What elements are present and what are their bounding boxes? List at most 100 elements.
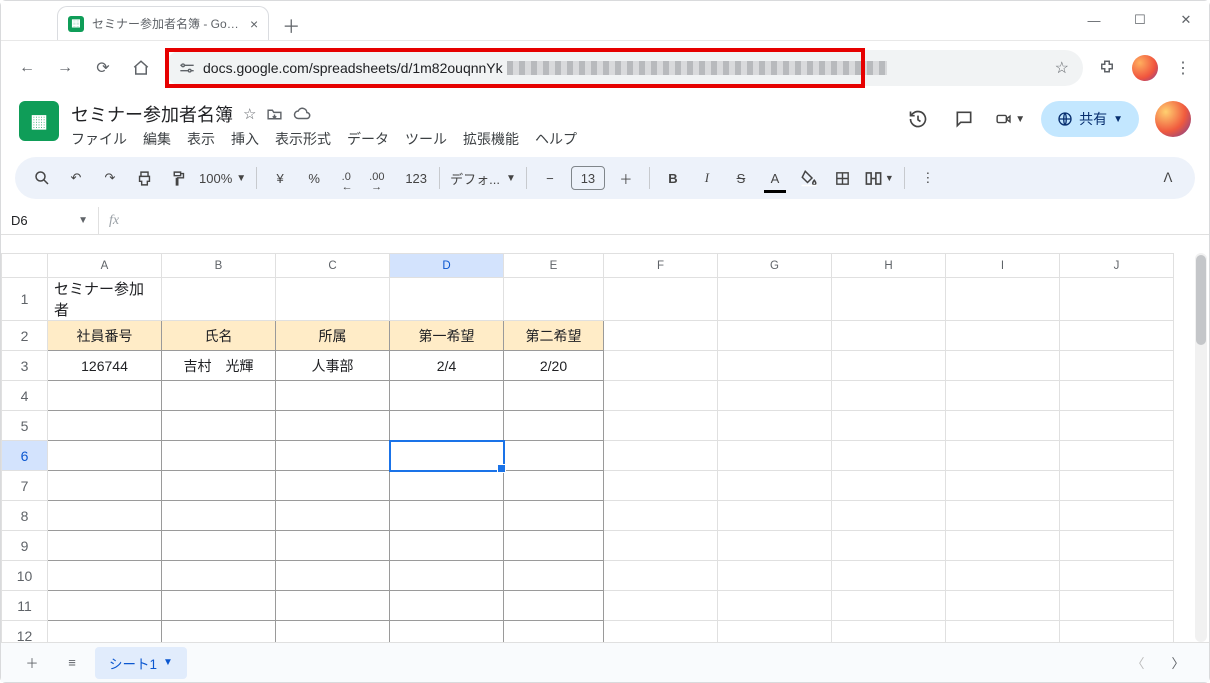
- nav-home-button[interactable]: [127, 54, 155, 82]
- toolbar-more-button[interactable]: ⋮: [915, 165, 941, 191]
- row-header-9[interactable]: 9: [2, 531, 48, 561]
- cell-J4[interactable]: [1060, 381, 1174, 411]
- increase-decimal-button[interactable]: .00→: [369, 165, 395, 191]
- cell-F1[interactable]: [604, 278, 718, 321]
- cell-H5[interactable]: [832, 411, 946, 441]
- row-header-2[interactable]: 2: [2, 321, 48, 351]
- cell-C6[interactable]: [276, 441, 390, 471]
- zoom-select[interactable]: 100%▼: [199, 171, 246, 186]
- cell-H9[interactable]: [832, 531, 946, 561]
- vertical-scrollbar[interactable]: [1195, 253, 1207, 642]
- spreadsheet-grid[interactable]: A B C D E F G H I J 1 セミナー参加者 2 社員番号 氏名: [1, 253, 1195, 642]
- browser-profile-avatar[interactable]: [1131, 54, 1159, 82]
- account-avatar[interactable]: [1155, 101, 1191, 137]
- cell-F9[interactable]: [604, 531, 718, 561]
- cell-F10[interactable]: [604, 561, 718, 591]
- cell-C10[interactable]: [276, 561, 390, 591]
- cell-B3[interactable]: 吉村 光輝: [162, 351, 276, 381]
- cell-J3[interactable]: [1060, 351, 1174, 381]
- cell-C2[interactable]: 所属: [276, 321, 390, 351]
- cell-D11[interactable]: [390, 591, 504, 621]
- document-title[interactable]: セミナー参加者名簿: [71, 101, 233, 127]
- row-header-8[interactable]: 8: [2, 501, 48, 531]
- strikethrough-button[interactable]: S: [728, 165, 754, 191]
- cell-I2[interactable]: [946, 321, 1060, 351]
- menu-extensions[interactable]: 拡張機能: [463, 129, 519, 149]
- col-header-B[interactable]: B: [162, 254, 276, 278]
- cell-E5[interactable]: [504, 411, 604, 441]
- cell-H1[interactable]: [832, 278, 946, 321]
- row-header-6[interactable]: 6: [2, 441, 48, 471]
- menu-view[interactable]: 表示: [187, 129, 215, 149]
- cell-G2[interactable]: [718, 321, 832, 351]
- cell-E9[interactable]: [504, 531, 604, 561]
- cell-D4[interactable]: [390, 381, 504, 411]
- cell-I10[interactable]: [946, 561, 1060, 591]
- sheet-tab-menu-icon[interactable]: ▼: [163, 657, 173, 668]
- cell-E1[interactable]: [504, 278, 604, 321]
- cell-G10[interactable]: [718, 561, 832, 591]
- meet-button[interactable]: ▼: [995, 104, 1025, 134]
- cell-E10[interactable]: [504, 561, 604, 591]
- cell-G5[interactable]: [718, 411, 832, 441]
- cell-I4[interactable]: [946, 381, 1060, 411]
- cell-F7[interactable]: [604, 471, 718, 501]
- window-minimize-button[interactable]: ―: [1071, 0, 1117, 40]
- cell-B2[interactable]: 氏名: [162, 321, 276, 351]
- paint-format-button[interactable]: [165, 165, 191, 191]
- share-button[interactable]: 共有 ▼: [1041, 101, 1139, 137]
- cell-A8[interactable]: [48, 501, 162, 531]
- cell-E2[interactable]: 第二希望: [504, 321, 604, 351]
- nav-reload-button[interactable]: ⟳: [89, 54, 117, 82]
- cell-A6[interactable]: [48, 441, 162, 471]
- nav-back-button[interactable]: ←: [13, 54, 41, 82]
- cell-G6[interactable]: [718, 441, 832, 471]
- font-family-select[interactable]: デフォ...▼: [450, 169, 516, 188]
- cell-H10[interactable]: [832, 561, 946, 591]
- menu-help[interactable]: ヘルプ: [535, 129, 577, 149]
- cell-H8[interactable]: [832, 501, 946, 531]
- text-color-button[interactable]: A: [762, 165, 788, 191]
- cell-D3[interactable]: 2/4: [390, 351, 504, 381]
- address-bar[interactable]: docs.google.com/spreadsheets/d/1m82ouqnn…: [165, 50, 1083, 86]
- site-settings-icon[interactable]: [179, 60, 195, 77]
- cell-B9[interactable]: [162, 531, 276, 561]
- menu-insert[interactable]: 挿入: [231, 129, 259, 149]
- cell-A11[interactable]: [48, 591, 162, 621]
- cell-H12[interactable]: [832, 621, 946, 643]
- increase-font-button[interactable]: ＋: [613, 165, 639, 191]
- cell-D8[interactable]: [390, 501, 504, 531]
- tab-scroll-right[interactable]: 〉: [1161, 648, 1195, 678]
- cell-E4[interactable]: [504, 381, 604, 411]
- col-header-G[interactable]: G: [718, 254, 832, 278]
- cell-J9[interactable]: [1060, 531, 1174, 561]
- cell-J1[interactable]: [1060, 278, 1174, 321]
- row-header-11[interactable]: 11: [2, 591, 48, 621]
- star-document-icon[interactable]: ☆: [243, 105, 256, 123]
- cell-C11[interactable]: [276, 591, 390, 621]
- cell-D6[interactable]: [390, 441, 504, 471]
- number-format-button[interactable]: 123: [403, 165, 429, 191]
- cell-C7[interactable]: [276, 471, 390, 501]
- cell-A9[interactable]: [48, 531, 162, 561]
- cell-A10[interactable]: [48, 561, 162, 591]
- row-header-1[interactable]: 1: [2, 278, 48, 321]
- extensions-icon[interactable]: [1093, 54, 1121, 82]
- close-tab-icon[interactable]: ×: [250, 16, 258, 32]
- browser-tab[interactable]: ▦ セミナー参加者名簿 - Google スプ ×: [57, 6, 269, 40]
- borders-button[interactable]: [830, 165, 856, 191]
- menu-data[interactable]: データ: [347, 129, 389, 149]
- sheet-tab-1[interactable]: シート1 ▼: [95, 647, 187, 679]
- cell-G12[interactable]: [718, 621, 832, 643]
- select-all-corner[interactable]: [2, 254, 48, 278]
- cell-H6[interactable]: [832, 441, 946, 471]
- cell-E11[interactable]: [504, 591, 604, 621]
- cell-J12[interactable]: [1060, 621, 1174, 643]
- cell-A3[interactable]: 126744: [48, 351, 162, 381]
- cell-D12[interactable]: [390, 621, 504, 643]
- cell-G9[interactable]: [718, 531, 832, 561]
- col-header-D[interactable]: D: [390, 254, 504, 278]
- cell-E12[interactable]: [504, 621, 604, 643]
- row-header-5[interactable]: 5: [2, 411, 48, 441]
- cell-H3[interactable]: [832, 351, 946, 381]
